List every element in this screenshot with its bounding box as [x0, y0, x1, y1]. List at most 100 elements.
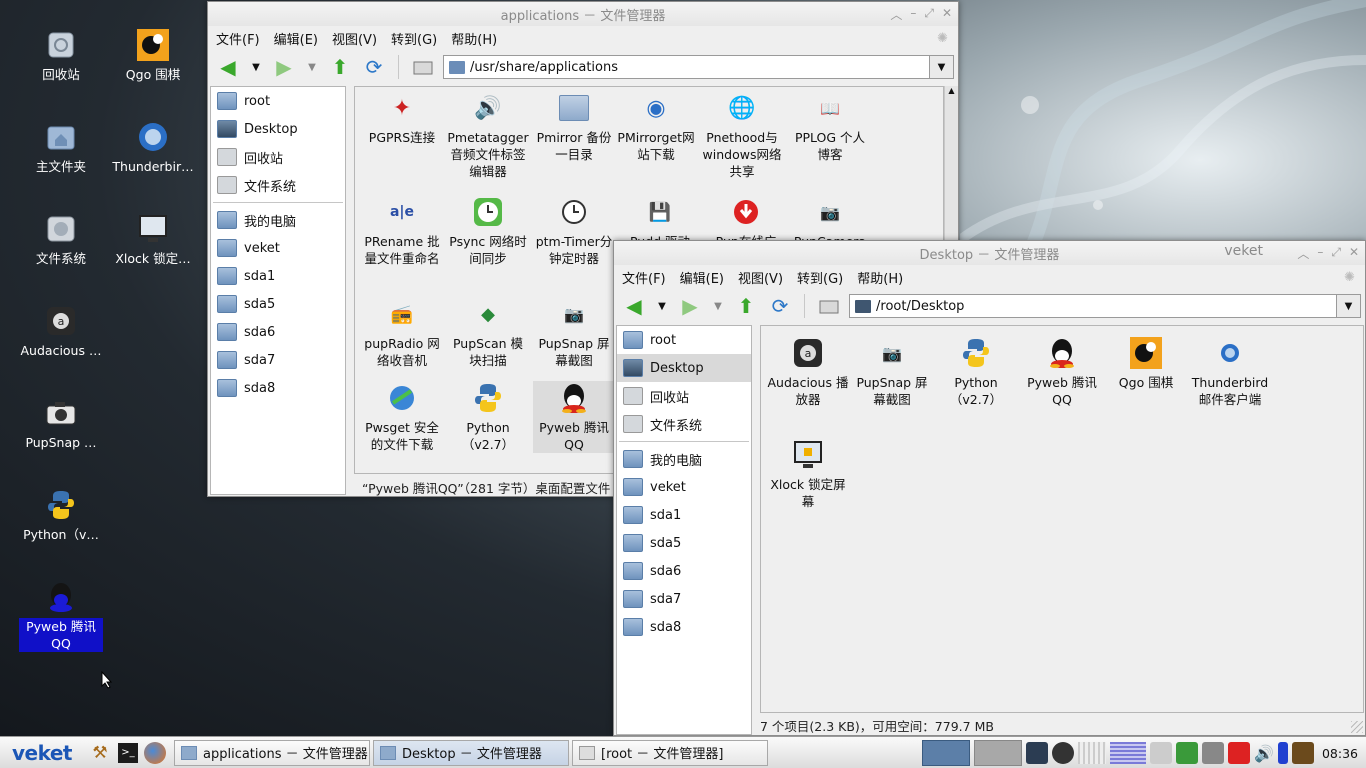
sidebar-item-sda5[interactable]: sda5 [211, 290, 345, 318]
shade-icon[interactable]: ︿ [890, 6, 902, 23]
file-item[interactable]: ◉ PMirrorget网站下载 [615, 91, 697, 163]
close-icon[interactable]: ✕ [942, 6, 952, 23]
sidebar-item-sda8[interactable]: sda8 [617, 613, 751, 641]
sidebar-item-sda6[interactable]: sda6 [617, 557, 751, 585]
desktop-icon-audacious[interactable]: a Audacious … [19, 304, 103, 359]
path-text[interactable]: /usr/share/applications [470, 60, 929, 75]
menu-file[interactable]: 文件(F) [622, 268, 666, 287]
file-item[interactable]: Pwsget 安全的文件下载 [361, 381, 443, 453]
sidebar-item-computer[interactable]: 我的电脑 [211, 206, 345, 234]
forward-history-dropdown[interactable]: ▼ [304, 53, 320, 81]
sidebar-item-desktop[interactable]: Desktop [617, 354, 751, 382]
desktop-icon-filesystem[interactable]: 文件系统 [19, 212, 103, 267]
desktop-icon-trash[interactable]: 回收站 [19, 28, 103, 83]
file-item[interactable]: Xlock 锁定屏幕 [767, 438, 849, 510]
file-item[interactable]: Qgo 围棋 [1105, 336, 1187, 391]
window-titlebar[interactable]: applications － 文件管理器 ︿ – ⤢ ✕ [208, 2, 958, 26]
media-player-icon[interactable] [1052, 742, 1075, 764]
reload-button[interactable]: ⟳ [360, 53, 388, 81]
system-monitor-icon[interactable] [1291, 742, 1314, 764]
sidebar-item-veket[interactable]: veket [617, 473, 751, 501]
monitor-icon[interactable] [1026, 742, 1049, 764]
sidebar-item-sda7[interactable]: sda7 [211, 346, 345, 374]
clock[interactable]: 08:36 [1318, 746, 1362, 761]
address-dropdown-button[interactable]: ▼ [1336, 295, 1360, 317]
volume-icon[interactable]: 🔊 [1254, 744, 1274, 763]
file-item[interactable]: 🌐 Pnethood与windows网络共享 [701, 91, 783, 180]
file-item[interactable]: 🔊 Pmetatagger音频文件标签编辑器 [447, 91, 529, 180]
forward-button[interactable]: ▶ [676, 292, 704, 320]
task-root[interactable]: [root － 文件管理器] [572, 739, 768, 766]
scroll-up-button[interactable]: ▲ [945, 86, 958, 100]
maximize-icon[interactable]: ⤢ [924, 6, 934, 23]
sidebar-item-sda1[interactable]: sda1 [211, 262, 345, 290]
back-button[interactable]: ◀ [620, 292, 648, 320]
sidebar-item-computer[interactable]: 我的电脑 [617, 445, 751, 473]
address-dropdown-button[interactable]: ▼ [929, 56, 953, 78]
sidebar-item-sda8[interactable]: sda8 [211, 374, 345, 402]
terminal-icon[interactable]: >_ [118, 742, 138, 763]
up-button[interactable]: ⬆ [326, 53, 354, 81]
firefox-icon[interactable] [144, 741, 166, 764]
task-applications[interactable]: applications － 文件管理器 [174, 739, 370, 766]
file-item-selected[interactable]: Pyweb 腾讯QQ [533, 381, 615, 453]
file-item[interactable]: a Audacious 播放器 [767, 336, 849, 408]
up-button[interactable]: ⬆ [732, 292, 760, 320]
menu-help[interactable]: 帮助(H) [857, 268, 903, 287]
tools-icon[interactable] [1202, 742, 1225, 764]
menu-edit[interactable]: 编辑(E) [680, 268, 724, 287]
address-bar[interactable]: /root/Desktop ▼ [849, 294, 1361, 318]
sidebar-item-sda6[interactable]: sda6 [211, 318, 345, 346]
task-desktop[interactable]: Desktop － 文件管理器 [373, 739, 569, 766]
menu-help[interactable]: 帮助(H) [451, 29, 497, 48]
back-history-dropdown[interactable]: ▼ [654, 292, 670, 320]
file-item[interactable]: Python（v2.7） [935, 336, 1017, 408]
minimize-icon[interactable]: – [910, 6, 916, 23]
home-button[interactable] [409, 53, 437, 81]
desktop-icon-xlock[interactable]: Xlock 锁定… [111, 212, 195, 267]
close-icon[interactable]: ✕ [1349, 245, 1359, 262]
sidebar-item-root[interactable]: root [211, 87, 345, 115]
file-item[interactable]: a|e PRename 批量文件重命名 [361, 195, 443, 267]
window-titlebar[interactable]: Desktop － 文件管理器 veket ︿ – ⤢ ✕ [614, 241, 1365, 265]
file-item[interactable]: ◆ PupScan 模块扫描 [447, 297, 529, 369]
desktop-icon-python[interactable]: Python（v… [19, 488, 103, 543]
address-bar[interactable]: /usr/share/applications ▼ [443, 55, 954, 79]
hammer-icon[interactable]: ⚒ [88, 743, 112, 763]
back-history-dropdown[interactable]: ▼ [248, 53, 264, 81]
file-item[interactable]: Pmirror 备份一目录 [533, 91, 615, 163]
reload-button[interactable]: ⟳ [766, 292, 794, 320]
file-item[interactable]: ptm-Timer分钟定时器 [533, 195, 615, 267]
menu-view[interactable]: 视图(V) [332, 29, 377, 48]
workspace-pager[interactable] [922, 740, 971, 766]
file-item[interactable]: 📷 PupSnap 屏幕截图 [533, 297, 615, 369]
power-icon[interactable] [1228, 742, 1251, 764]
start-menu-button[interactable]: veket [0, 741, 88, 765]
forward-history-dropdown[interactable]: ▼ [710, 292, 726, 320]
path-text[interactable]: /root/Desktop [876, 299, 1336, 314]
desktop-icon-qgo[interactable]: Qgo 围棋 [111, 28, 195, 83]
sidebar-item-desktop[interactable]: Desktop [211, 115, 345, 143]
sidebar-item-sda1[interactable]: sda1 [617, 501, 751, 529]
network-icon[interactable] [1176, 742, 1199, 764]
sidebar-item-trash[interactable]: 回收站 [617, 382, 751, 410]
maximize-icon[interactable]: ⤢ [1331, 245, 1341, 262]
sidebar-item-veket[interactable]: veket [211, 234, 345, 262]
resize-grip[interactable] [1351, 721, 1363, 733]
file-item[interactable]: Python（v2.7） [447, 381, 529, 453]
file-item[interactable]: 📷 PupSnap 屏幕截图 [851, 336, 933, 408]
minimize-icon[interactable]: – [1317, 245, 1323, 262]
sidebar-item-trash[interactable]: 回收站 [211, 143, 345, 171]
sidebar-item-filesystem[interactable]: 文件系统 [211, 171, 345, 199]
sidebar-item-sda7[interactable]: sda7 [617, 585, 751, 613]
menu-file[interactable]: 文件(F) [216, 29, 260, 48]
sidebar-item-filesystem[interactable]: 文件系统 [617, 410, 751, 438]
menu-edit[interactable]: 编辑(E) [274, 29, 318, 48]
forward-button[interactable]: ▶ [270, 53, 298, 81]
file-item[interactable]: Thunderbird 邮件客户端 [1189, 336, 1271, 408]
desktop-icon-pupsnap[interactable]: PupSnap … [19, 396, 103, 451]
menu-go[interactable]: 转到(G) [391, 29, 437, 48]
home-button[interactable] [815, 292, 843, 320]
desktop-icon-thunderbird[interactable]: Thunderbir… [111, 120, 195, 175]
file-item[interactable]: 📻 pupRadio 网络收音机 [361, 297, 443, 369]
